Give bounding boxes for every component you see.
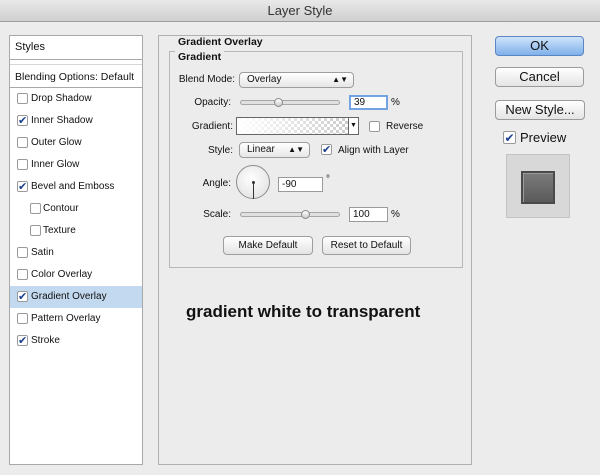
style-checkbox[interactable] bbox=[17, 159, 28, 170]
sidebar-item-label: Gradient Overlay bbox=[31, 291, 107, 302]
scale-slider-thumb[interactable] bbox=[301, 210, 311, 219]
angle-dial[interactable] bbox=[236, 165, 270, 199]
sidebar-item-label: Drop Shadow bbox=[31, 93, 92, 104]
preview-checkbox[interactable]: ✔ bbox=[503, 131, 516, 144]
opacity-input[interactable]: 39 bbox=[349, 95, 388, 110]
sidebar-item-label: Inner Shadow bbox=[31, 115, 93, 126]
angle-input[interactable]: -90 bbox=[278, 177, 323, 192]
style-checkbox[interactable]: ✔ bbox=[17, 335, 28, 347]
style-checkbox[interactable] bbox=[17, 247, 28, 258]
sidebar-item-inner-glow[interactable]: Inner Glow bbox=[10, 154, 142, 176]
sidebar-item-inner-shadow[interactable]: ✔ Inner Shadow bbox=[10, 110, 142, 132]
style-checkbox[interactable] bbox=[30, 203, 41, 214]
gradient-group: Gradient Blend Mode: Overlay ▲▼ Opacity:… bbox=[169, 51, 463, 268]
sidebar-item-gradient-overlay[interactable]: ✔ Gradient Overlay bbox=[10, 286, 142, 308]
blending-options-item[interactable]: Blending Options: Default bbox=[10, 64, 142, 88]
blend-mode-value: Overlay bbox=[247, 74, 282, 85]
style-checkbox[interactable] bbox=[17, 137, 28, 148]
sidebar-item-contour[interactable]: Contour bbox=[10, 198, 142, 220]
preview-label: Preview bbox=[520, 130, 567, 145]
style-checkbox[interactable]: ✔ bbox=[17, 181, 28, 193]
style-label: Style: bbox=[207, 145, 233, 156]
reset-to-default-button[interactable]: Reset to Default bbox=[322, 236, 411, 255]
sidebar-item-label: Satin bbox=[31, 247, 54, 258]
style-preview bbox=[506, 154, 570, 218]
angle-label: Angle: bbox=[202, 178, 231, 189]
make-default-button[interactable]: Make Default bbox=[223, 236, 313, 255]
opacity-slider-thumb[interactable] bbox=[274, 98, 283, 107]
cancel-button[interactable]: Cancel bbox=[495, 67, 584, 87]
dial-needle-icon bbox=[253, 183, 254, 199]
sidebar-item-label: Bevel and Emboss bbox=[31, 181, 115, 192]
ok-button[interactable]: OK bbox=[495, 36, 584, 56]
align-with-layer-label: Align with Layer bbox=[338, 145, 409, 156]
triangle-down-icon[interactable]: ▼ bbox=[349, 117, 359, 135]
annotation-text: gradient white to transparent bbox=[186, 302, 421, 321]
sidebar-item-label: Contour bbox=[43, 203, 79, 214]
scale-label: Scale: bbox=[203, 209, 231, 220]
checkmark-icon: ✔ bbox=[18, 181, 28, 193]
checkmark-icon: ✔ bbox=[18, 335, 28, 347]
sidebar-item-label: Color Overlay bbox=[31, 269, 93, 280]
reverse-checkbox[interactable] bbox=[369, 121, 380, 132]
style-list: Drop Shadow ✔ Inner Shadow Outer Glow Inner … bbox=[10, 88, 142, 352]
checkmark-icon: ✔ bbox=[504, 131, 515, 145]
new-style-button[interactable]: New Style... bbox=[495, 100, 585, 120]
align-with-layer-checkbox[interactable]: ✔ bbox=[321, 144, 332, 156]
sidebar-item-label: Outer Glow bbox=[31, 137, 82, 148]
scale-slider-track[interactable] bbox=[240, 212, 340, 217]
sidebar-item-label: Stroke bbox=[31, 335, 60, 346]
sidebar-item-pattern-overlay[interactable]: Pattern Overlay bbox=[10, 308, 142, 330]
opacity-label: Opacity: bbox=[194, 97, 231, 108]
gradient-overlay-panel: Gradient Overlay Gradient Blend Mode: Ov… bbox=[158, 35, 472, 465]
window-title: Layer Style bbox=[0, 0, 600, 22]
style-checkbox[interactable] bbox=[17, 313, 28, 324]
sidebar-item-label: Texture bbox=[43, 225, 76, 236]
gradient-label: Gradient: bbox=[191, 121, 233, 132]
scale-input[interactable]: 100 bbox=[349, 207, 388, 222]
sidebar-item-stroke[interactable]: ✔ Stroke bbox=[10, 330, 142, 352]
sidebar-item-drop-shadow[interactable]: Drop Shadow bbox=[10, 88, 142, 110]
style-checkbox[interactable] bbox=[30, 225, 41, 236]
sidebar-item-satin[interactable]: Satin bbox=[10, 242, 142, 264]
sidebar-item-bevel-and-emboss[interactable]: ✔ Bevel and Emboss bbox=[10, 176, 142, 198]
checkmark-icon: ✔ bbox=[322, 144, 332, 156]
checkmark-icon: ✔ bbox=[18, 291, 28, 303]
gradient-swatch[interactable] bbox=[236, 117, 349, 135]
up-down-arrows-icon: ▲▼ bbox=[332, 75, 348, 84]
style-checkbox[interactable] bbox=[17, 93, 28, 104]
style-checkbox[interactable]: ✔ bbox=[17, 291, 28, 303]
blend-mode-label: Blend Mode: bbox=[178, 74, 235, 85]
style-value: Linear bbox=[247, 144, 275, 155]
style-select[interactable]: Linear ▲▼ bbox=[239, 142, 310, 158]
preview-swatch bbox=[521, 171, 555, 204]
blend-mode-select[interactable]: Overlay ▲▼ bbox=[239, 72, 354, 88]
sidebar-item-outer-glow[interactable]: Outer Glow bbox=[10, 132, 142, 154]
opacity-slider-track[interactable] bbox=[240, 100, 340, 105]
group-title: Gradient bbox=[175, 51, 225, 63]
styles-header[interactable]: Styles bbox=[10, 36, 142, 60]
style-checkbox[interactable] bbox=[17, 269, 28, 280]
styles-sidebar: Styles Blending Options: Default Drop Sh… bbox=[9, 35, 143, 465]
reverse-label: Reverse bbox=[386, 121, 424, 132]
scale-unit: % bbox=[391, 209, 400, 220]
sidebar-item-label: Inner Glow bbox=[31, 159, 80, 170]
sidebar-item-label: Pattern Overlay bbox=[31, 313, 101, 324]
opacity-unit: % bbox=[391, 97, 400, 108]
angle-unit: ° bbox=[326, 174, 330, 185]
sidebar-item-color-overlay[interactable]: Color Overlay bbox=[10, 264, 142, 286]
checkmark-icon: ✔ bbox=[18, 115, 28, 127]
up-down-arrows-icon: ▲▼ bbox=[288, 145, 304, 154]
style-checkbox[interactable]: ✔ bbox=[17, 115, 28, 127]
sidebar-item-texture[interactable]: Texture bbox=[10, 220, 142, 242]
panel-title: Gradient Overlay bbox=[178, 36, 263, 48]
